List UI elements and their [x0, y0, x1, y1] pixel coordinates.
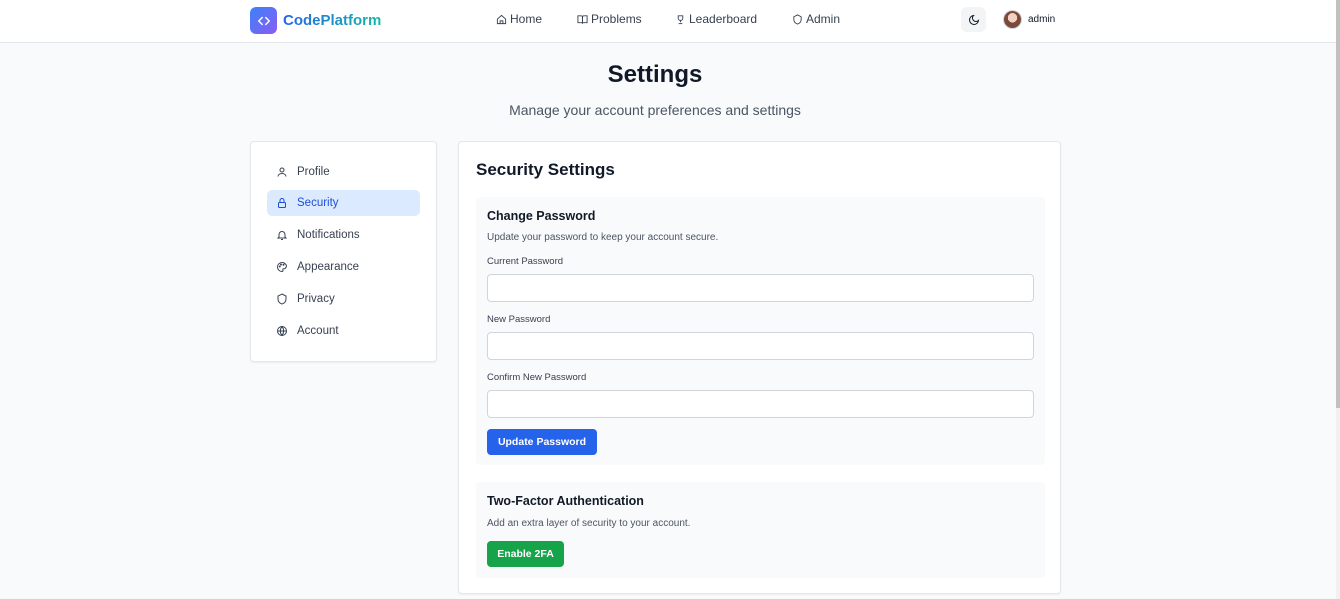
book-icon — [577, 14, 588, 24]
home-icon — [496, 14, 507, 24]
sidebar-item-label: Account — [297, 325, 339, 337]
sidebar-item-appearance[interactable]: Appearance — [267, 254, 420, 280]
sidebar-item-label: Appearance — [297, 261, 360, 273]
sidebar-item-security[interactable]: Security — [267, 190, 420, 216]
palette-icon — [277, 261, 288, 273]
nav-home-label: Home — [510, 12, 543, 26]
sidebar-item-label: Profile — [297, 166, 330, 178]
page-title: Settings — [607, 61, 703, 88]
nav-home[interactable]: Home — [496, 12, 542, 26]
top-navbar: CodePlatform Home Problems Leaderboard A… — [0, 0, 1336, 43]
sidebar-item-account[interactable]: Account — [267, 318, 420, 344]
sidebar-item-privacy[interactable]: Privacy — [267, 286, 420, 312]
confirm-password-input[interactable] — [487, 390, 1034, 418]
section-title: Change Password — [487, 209, 596, 223]
user-icon — [277, 167, 287, 177]
nav-admin[interactable]: Admin — [792, 12, 840, 26]
code-icon — [250, 7, 277, 34]
settings-sidebar: Profile Security Notifications Appearanc… — [250, 141, 437, 362]
shield-icon — [793, 13, 802, 25]
user-menu[interactable]: admin — [1003, 10, 1055, 29]
security-settings-panel: Security Settings Change Password Update… — [458, 141, 1061, 594]
nav-leaderboard-label: Leaderboard — [689, 12, 758, 26]
current-password-input[interactable] — [487, 274, 1034, 302]
globe-icon — [277, 325, 287, 337]
theme-toggle-button[interactable] — [961, 7, 986, 32]
page-subtitle: Manage your account preferences and sett… — [509, 102, 801, 118]
sidebar-item-label: Security — [297, 197, 339, 209]
confirm-password-label: Confirm New Password — [487, 372, 587, 383]
sidebar-item-profile[interactable]: Profile — [267, 159, 420, 185]
avatar — [1003, 10, 1022, 29]
moon-icon — [968, 14, 979, 25]
sidebar-item-label: Notifications — [297, 229, 360, 241]
update-password-button[interactable]: Update Password — [487, 429, 597, 455]
panel-title: Security Settings — [476, 160, 615, 179]
brand-name: CodePlatform — [283, 12, 382, 29]
shield-icon — [277, 293, 287, 305]
section-title: Two-Factor Authentication — [487, 494, 644, 508]
bell-icon — [276, 231, 288, 240]
nav-problems-label: Problems — [591, 12, 642, 26]
new-password-input[interactable] — [487, 332, 1034, 360]
trophy-icon — [677, 14, 684, 24]
nav-leaderboard[interactable]: Leaderboard — [675, 12, 757, 26]
brand-logo[interactable]: CodePlatform — [250, 7, 381, 34]
change-password-section: Change Password Update your password to … — [476, 197, 1045, 465]
two-factor-section: Two-Factor Authentication Add an extra l… — [476, 482, 1045, 578]
section-description: Update your password to keep your accoun… — [487, 232, 719, 243]
scrollbar-thumb[interactable] — [1336, 0, 1340, 408]
sidebar-item-notifications[interactable]: Notifications — [267, 222, 420, 248]
new-password-label: New Password — [487, 314, 551, 325]
user-name: admin — [1028, 14, 1056, 25]
current-password-label: Current Password — [487, 256, 564, 267]
enable-2fa-button[interactable]: Enable 2FA — [487, 541, 564, 567]
lock-icon — [278, 198, 286, 208]
section-description: Add an extra layer of security to your a… — [487, 518, 691, 529]
sidebar-item-label: Privacy — [297, 293, 335, 305]
nav-problems[interactable]: Problems — [577, 12, 642, 26]
nav-admin-label: Admin — [806, 12, 841, 26]
